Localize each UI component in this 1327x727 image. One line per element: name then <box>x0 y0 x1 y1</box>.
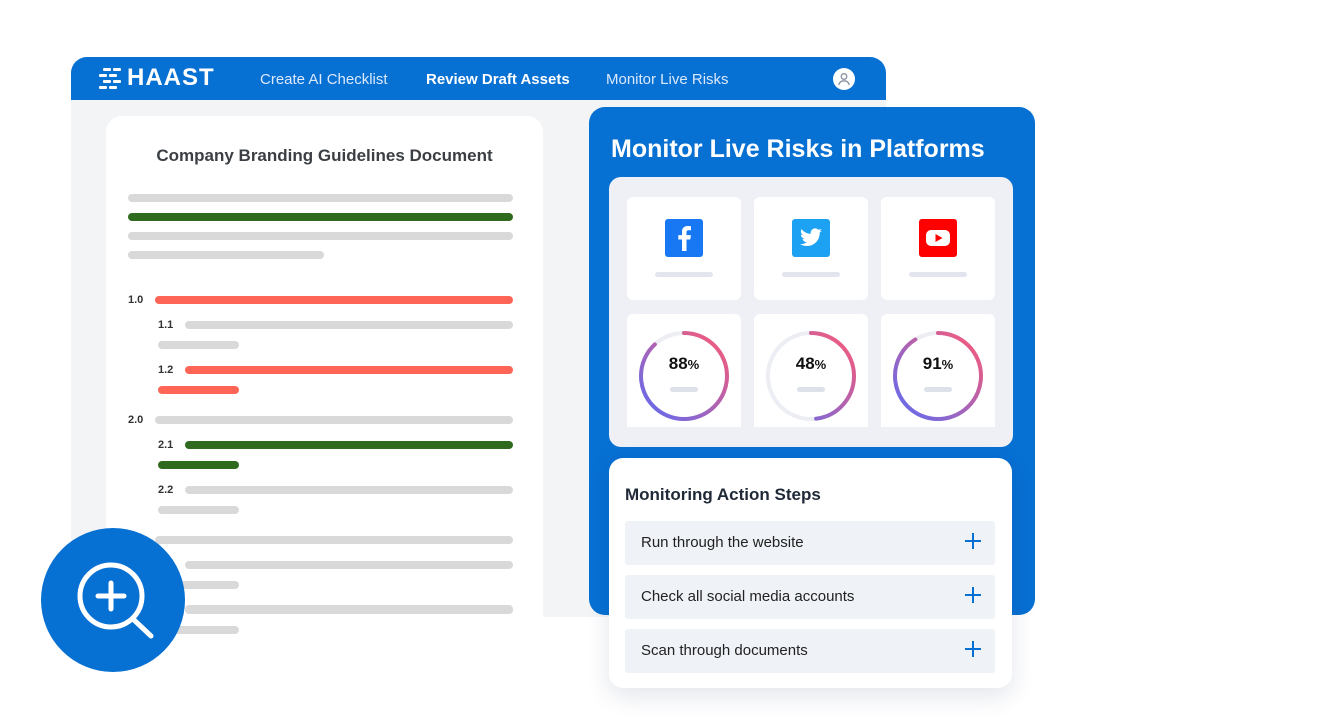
action-step-label: Scan through documents <box>641 642 808 659</box>
gauge-progress-arc <box>639 331 729 421</box>
text-line <box>155 536 513 544</box>
subsection-number: 2.1 <box>158 439 174 451</box>
platform-label-placeholder <box>655 272 713 277</box>
subsection-number: 2.2 <box>158 484 174 496</box>
brand-mark-icon <box>99 67 123 89</box>
user-icon[interactable] <box>833 68 855 90</box>
text-line <box>185 561 513 569</box>
text-line <box>128 232 513 240</box>
gauge-label-placeholder <box>797 387 825 392</box>
brand-logo[interactable]: HAAST <box>99 64 215 91</box>
risk-gauge-facebook: 88% <box>627 314 741 427</box>
section-line-flagged[interactable] <box>155 296 513 304</box>
document-title: Company Branding Guidelines Document <box>156 146 493 165</box>
gauge-ring <box>639 331 729 421</box>
plus-icon[interactable] <box>965 587 981 603</box>
subsection-line-approved[interactable] <box>158 461 239 469</box>
top-navbar: HAAST Create AI Checklist Review Draft A… <box>71 57 886 100</box>
twitter-icon <box>792 219 830 257</box>
risk-gauge-twitter: 48% <box>754 314 868 427</box>
text-line-approved <box>128 213 513 221</box>
subsection-line-flagged[interactable] <box>185 366 513 374</box>
subsection-line <box>185 486 513 494</box>
zoom-in-button[interactable] <box>41 528 185 672</box>
nav-create-ai-checklist[interactable]: Create AI Checklist <box>260 71 388 88</box>
section-number: 1.0 <box>128 294 144 306</box>
gauge-label-placeholder <box>670 387 698 392</box>
action-step[interactable]: Run through the website <box>625 521 995 565</box>
facebook-icon <box>665 219 703 257</box>
section-line <box>155 416 513 424</box>
gauge-label-placeholder <box>924 387 952 392</box>
subsection-line <box>158 506 239 514</box>
youtube-icon <box>919 219 957 257</box>
action-step-label: Check all social media accounts <box>641 588 855 605</box>
gauge-ring <box>766 331 856 421</box>
action-step[interactable]: Check all social media accounts <box>625 575 995 619</box>
nav-monitor-live-risks[interactable]: Monitor Live Risks <box>606 71 729 88</box>
subsection-line <box>158 341 239 349</box>
brand-name: HAAST <box>127 64 215 91</box>
platform-label-placeholder <box>909 272 967 277</box>
zoom-in-icon <box>77 562 154 639</box>
platform-card-facebook[interactable] <box>627 197 741 300</box>
action-steps-title: Monitoring Action Steps <box>625 485 821 504</box>
text-line <box>128 251 324 259</box>
monitor-title: Monitor Live Risks in Platforms <box>611 135 985 163</box>
text-line <box>128 194 513 202</box>
action-step-label: Run through the website <box>641 534 804 551</box>
plus-icon[interactable] <box>965 641 981 657</box>
subsection-number: 1.2 <box>158 364 174 376</box>
platforms-grid: 88% 48% 91% <box>609 177 1013 447</box>
gauge-ring <box>893 331 983 421</box>
subsection-line-approved[interactable] <box>185 441 513 449</box>
nav-review-draft-assets[interactable]: Review Draft Assets <box>426 71 570 88</box>
action-steps-card: Monitoring Action Steps Run through the … <box>609 458 1012 688</box>
risk-score: 88% <box>668 354 700 373</box>
section-number: 2.0 <box>128 414 144 426</box>
platform-card-youtube[interactable] <box>881 197 995 300</box>
text-line <box>185 605 513 613</box>
action-step[interactable]: Scan through documents <box>625 629 995 673</box>
platform-card-twitter[interactable] <box>754 197 868 300</box>
platform-label-placeholder <box>782 272 840 277</box>
subsection-line <box>185 321 513 329</box>
risk-score: 91% <box>922 354 954 373</box>
gauge-progress-arc <box>893 331 983 421</box>
risk-gauge-youtube: 91% <box>881 314 995 427</box>
subsection-number: 1.1 <box>158 319 174 331</box>
subsection-line-flagged[interactable] <box>158 386 239 394</box>
plus-icon[interactable] <box>965 533 981 549</box>
risk-score: 48% <box>795 354 827 373</box>
